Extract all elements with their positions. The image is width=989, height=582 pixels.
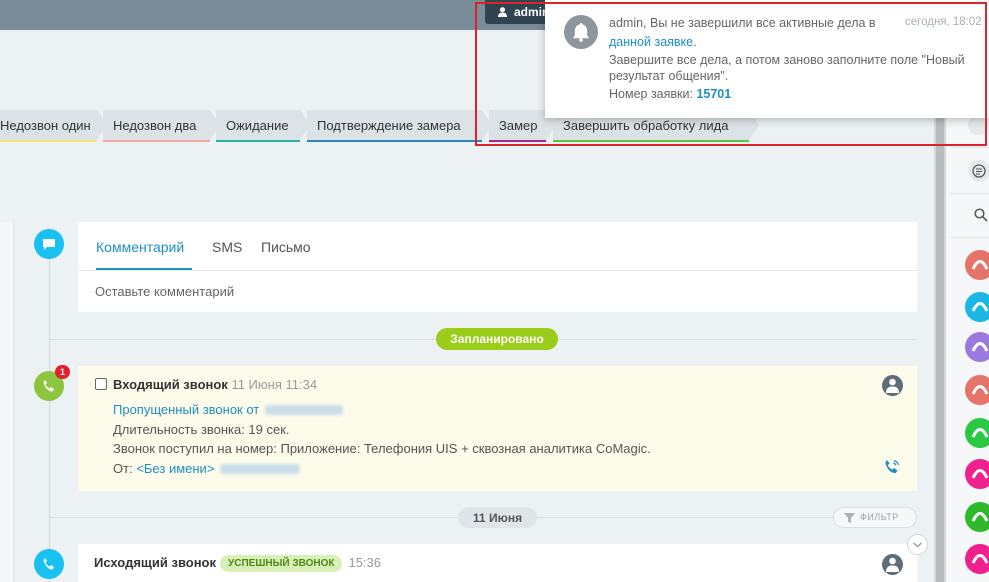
call-number-line: Звонок поступил на номер: Приложение: Те… — [113, 441, 651, 456]
redacted-phone — [220, 464, 301, 474]
notification-text-line4: результат общения". — [609, 69, 729, 83]
divider — [951, 237, 989, 238]
scroll-down-button[interactable] — [907, 534, 928, 555]
left-panel — [0, 222, 14, 582]
stage-3[interactable]: Ожидание — [216, 110, 310, 142]
call-duration: Длительность звонка: 19 сек. — [113, 422, 290, 437]
request-number-label: Номер заявки: — [609, 87, 693, 101]
outgoing-call-title: Исходящий звонок — [94, 555, 217, 570]
request-link[interactable]: данной заявке — [609, 35, 693, 49]
task-checkbox[interactable] — [95, 378, 107, 390]
contact-avatar-2[interactable] — [965, 292, 989, 322]
divider — [951, 147, 989, 148]
notification-count-badge: 1 — [55, 365, 70, 379]
user-avatar-icon[interactable] — [882, 375, 903, 396]
stage-4[interactable]: Подтверждение замера — [307, 110, 492, 142]
contact-avatar-1[interactable] — [965, 250, 989, 280]
timeline-line — [49, 244, 50, 582]
stage-3-bar — [216, 140, 300, 142]
tabs-divider — [78, 270, 917, 271]
from-label: От: — [113, 461, 133, 476]
redacted-phone — [265, 405, 344, 415]
stage-6-bar — [553, 140, 749, 142]
stage-1-bar — [0, 140, 97, 142]
filter-button[interactable]: ФИЛЬТР — [833, 507, 917, 528]
request-number-link[interactable]: 15701 — [696, 87, 731, 101]
divider — [951, 193, 989, 194]
contact-avatar-7[interactable] — [965, 502, 989, 532]
search-icon[interactable] — [974, 208, 988, 225]
contact-avatar-3[interactable] — [965, 332, 989, 362]
incoming-call-title: Входящий звонок — [113, 377, 228, 392]
tab-comment[interactable]: Комментарий — [96, 239, 184, 255]
contact-avatar-6[interactable] — [965, 459, 989, 489]
stage-5-bar — [489, 140, 546, 142]
notification-text-line1: admin, Вы не завершили все активные дела… — [609, 16, 876, 30]
comment-dot-icon — [34, 229, 64, 259]
filter-icon — [844, 513, 855, 523]
scrollbar-thumb[interactable] — [936, 100, 944, 582]
outgoing-call-dot-icon — [34, 549, 64, 579]
contact-avatar-4[interactable] — [965, 375, 989, 405]
tab-email[interactable]: Письмо — [261, 239, 311, 255]
stage-4-bar — [307, 140, 482, 142]
contact-avatar-8[interactable] — [965, 544, 989, 574]
missed-call-link[interactable]: Пропущенный звонок от — [113, 402, 259, 417]
stage-5[interactable]: Замер — [489, 110, 556, 142]
bell-small-icon[interactable] — [968, 115, 988, 135]
notification-time: сегодня, 18:02 — [905, 16, 982, 28]
comment-input[interactable]: Оставьте комментарий — [95, 284, 234, 299]
notification-text-line3: Завершите все дела, а потом заново запол… — [609, 53, 965, 67]
outgoing-call-time: 15:36 — [348, 555, 382, 570]
from-contact-link[interactable]: <Без имени> — [136, 461, 214, 476]
tab-sms[interactable]: SMS — [212, 239, 242, 255]
user-avatar-icon[interactable] — [882, 554, 903, 575]
comment-composer: Комментарий SMS Письмо Оставьте коммента… — [78, 222, 917, 312]
bell-icon — [564, 15, 598, 49]
contact-avatar-5[interactable] — [965, 418, 989, 448]
date-divider: 11 Июня — [458, 507, 537, 528]
stage-2-bar — [103, 140, 210, 142]
incoming-call-card: Входящий звонок 11 Июня 11:34 Пропущенны… — [78, 366, 917, 491]
user-icon — [498, 6, 507, 17]
planned-label: Запланировано — [436, 328, 558, 350]
notification-popup[interactable]: admin, Вы не завершили все активные дела… — [545, 0, 989, 118]
stage-1[interactable]: Недозвон один — [0, 110, 107, 142]
stage-2[interactable]: Недозвон два — [103, 110, 220, 142]
status-badge: УСПЕШНЫЙ ЗВОНОК — [220, 555, 343, 572]
phone-call-icon[interactable] — [884, 459, 900, 478]
list-icon[interactable] — [968, 160, 989, 182]
chevron-down-icon — [913, 542, 922, 548]
incoming-call-date: 11 Июня 11:34 — [231, 377, 318, 392]
outgoing-call-card: Исходящий звонок УСПЕШНЫЙ ЗВОНОК 15:36 — [78, 544, 917, 582]
